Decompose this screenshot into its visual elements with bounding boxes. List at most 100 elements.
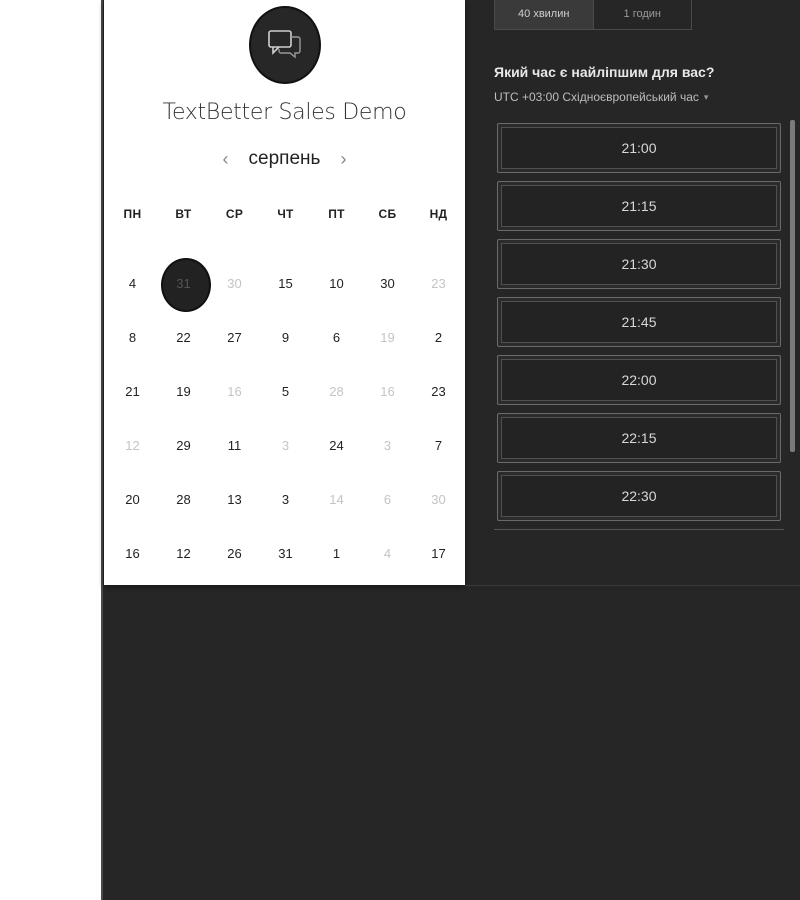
slot-list-edge [494, 529, 784, 532]
calendar-day-number: 30 [380, 276, 395, 291]
calendar-day[interactable]: 8 [107, 311, 158, 365]
calendar-day[interactable]: 11 [209, 419, 260, 473]
calendar-day-number: 28 [329, 384, 344, 399]
calendar-day[interactable]: 17 [413, 527, 464, 581]
duration-selector: 40 хвилин 1 годин [494, 0, 692, 30]
calendar-day-number: 3 [281, 492, 290, 507]
calendar-day-number: 31 [176, 276, 191, 291]
time-slot-list: 21:00 21:15 21:30 21:45 22:00 22:15 22:30 [494, 120, 784, 532]
calendar-day: 12 [107, 419, 158, 473]
calendar-day: 16 [209, 365, 260, 419]
calendar-day[interactable]: 27 [209, 311, 260, 365]
calendar-day-number: 5 [281, 384, 290, 399]
calendar-day-number: 21 [125, 384, 140, 399]
time-slot-button[interactable]: 22:30 [497, 471, 781, 521]
calendar-day-number: 28 [176, 492, 191, 507]
calendar-day-number: 9 [281, 330, 290, 345]
duration-option-40min[interactable]: 40 хвилин [495, 0, 594, 29]
calendar-day-number: 2 [434, 330, 443, 345]
calendar-day-number: 7 [434, 438, 443, 453]
calendar-day: 28 [311, 365, 362, 419]
calendar-day[interactable]: 4 [107, 257, 158, 311]
chevron-left-icon[interactable]: ‹ [219, 149, 233, 170]
calendar-day[interactable]: 15 [260, 257, 311, 311]
calendar-day: 30 [209, 257, 260, 311]
calendar-day-number: 23 [431, 276, 446, 291]
month-label: серпень [248, 148, 321, 169]
timezone-label: UTC +03:00 Східноєвропейський час [494, 90, 699, 104]
calendar-day[interactable]: 2 [413, 311, 464, 365]
calendar-day[interactable]: 29 [158, 419, 209, 473]
calendar-day[interactable]: 30 [362, 257, 413, 311]
duration-option-1h[interactable]: 1 годин [594, 0, 692, 29]
calendar-day-number: 1 [332, 546, 341, 561]
calendar-day-number: 19 [380, 330, 395, 345]
calendar-day[interactable]: 20 [107, 473, 158, 527]
time-slot-button[interactable]: 22:15 [497, 413, 781, 463]
calendar-day[interactable]: 7 [413, 419, 464, 473]
calendar-day-number: 16 [125, 546, 140, 561]
booking-card: TextBetter Sales Demo ‹ серпень › ПН ВТ СР… [104, 0, 465, 585]
calendar-day[interactable]: 13 [209, 473, 260, 527]
calendar-day[interactable]: 26 [209, 527, 260, 581]
time-slot-button[interactable]: 21:30 [497, 239, 781, 289]
calendar-day-number: 16 [380, 384, 395, 399]
calendar-day-number: 12 [176, 546, 191, 561]
slot-list-scrollbar[interactable] [790, 120, 795, 452]
calendar-day-number: 30 [431, 492, 446, 507]
calendar-day: 14 [311, 473, 362, 527]
weekday-label: ПН [123, 207, 142, 221]
calendar-day-number: 23 [431, 384, 446, 399]
weekday-label: ВТ [175, 207, 192, 221]
calendar-day: 4 [362, 527, 413, 581]
month-navigation: ‹ серпень › [104, 148, 465, 170]
calendar-day[interactable]: 23 [413, 365, 464, 419]
calendar-day-number: 20 [125, 492, 140, 507]
calendar-day[interactable]: 9 [260, 311, 311, 365]
calendar-day[interactable]: 6 [311, 311, 362, 365]
weekday-label: НД [429, 207, 448, 221]
weekday-label: ЧТ [277, 207, 294, 221]
calendar-day-number: 10 [329, 276, 344, 291]
calendar-day-number: 22 [176, 330, 191, 345]
calendar-day-number: 3 [281, 438, 290, 453]
calendar-day-number: 11 [227, 438, 242, 453]
calendar-day-number: 29 [176, 438, 191, 453]
time-slot-button[interactable]: 21:00 [497, 123, 781, 173]
calendar-day[interactable]: 10 [311, 257, 362, 311]
calendar-day-number: 8 [128, 330, 137, 345]
calendar-day: 23 [413, 257, 464, 311]
calendar-day[interactable]: 12 [158, 527, 209, 581]
calendar-day-number: 6 [383, 492, 392, 507]
calendar-day-number: 13 [227, 492, 242, 507]
timezone-select[interactable]: UTC +03:00 Східноєвропейський час ▾ [494, 90, 708, 104]
calendar-day[interactable]: 19 [158, 365, 209, 419]
calendar-day-number: 26 [227, 546, 242, 561]
calendar-grid: 4 31 30 15 10 30 23 8 22 27 9 6 19 2 21 19 16 5 28 16 23 12 29… [104, 257, 465, 581]
calendar-day-number: 4 [383, 546, 392, 561]
calendar-day[interactable]: 22 [158, 311, 209, 365]
time-slot-button[interactable]: 22:00 [497, 355, 781, 405]
weekday-header: ПН ВТ СР ЧТ ПТ СБ НД [104, 207, 465, 223]
weekday-label: ПТ [328, 207, 345, 221]
calendar-day: 19 [362, 311, 413, 365]
calendar-day[interactable]: 16 [107, 527, 158, 581]
calendar-day[interactable]: 21 [107, 365, 158, 419]
calendar-day-number: 30 [227, 276, 242, 291]
calendar-day[interactable]: 1 [311, 527, 362, 581]
calendar-day-number: 6 [332, 330, 341, 345]
time-slot-button[interactable]: 21:15 [497, 181, 781, 231]
calendar-day[interactable]: 5 [260, 365, 311, 419]
calendar-day-selected[interactable]: 31 [158, 257, 211, 312]
calendar-day[interactable]: 24 [311, 419, 362, 473]
calendar-day[interactable]: 3 [260, 473, 311, 527]
calendar-day: 6 [362, 473, 413, 527]
calendar-day[interactable]: 28 [158, 473, 209, 527]
chevron-right-icon[interactable]: › [336, 149, 350, 170]
event-title: TextBetter Sales Demo [162, 100, 407, 125]
chat-bubbles-icon [249, 6, 321, 84]
calendar-day[interactable]: 31 [260, 527, 311, 581]
calendar-day-number: 15 [278, 276, 293, 291]
calendar-day-number: 14 [329, 492, 344, 507]
time-slot-button[interactable]: 21:45 [497, 297, 781, 347]
